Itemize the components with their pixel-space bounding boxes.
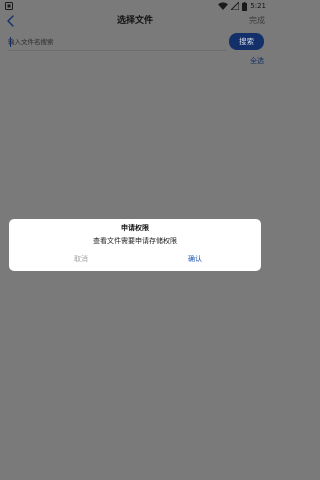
signal-icon	[231, 2, 240, 10]
search-underline	[8, 50, 226, 51]
text-cursor	[10, 37, 11, 47]
dialog-message: 查看文件需要申请存储权限	[93, 237, 177, 245]
status-icons: 5:21	[218, 0, 266, 12]
battery-icon	[242, 1, 248, 11]
app-header: 选择文件 完成	[0, 12, 270, 32]
select-all-button[interactable]: 全选	[250, 56, 264, 66]
wifi-icon	[218, 2, 229, 10]
notification-square-icon	[5, 2, 13, 10]
status-time: 5:21	[250, 2, 266, 10]
permission-dialog: 申请权限 查看文件需要申请存储权限 取消 确认	[9, 219, 261, 271]
dialog-confirm-button[interactable]: 确认	[175, 254, 215, 264]
search-button[interactable]: 搜索	[229, 33, 264, 50]
dialog-title: 申请权限	[121, 224, 149, 232]
dialog-cancel-button[interactable]: 取消	[61, 254, 101, 264]
search-input[interactable]	[8, 35, 218, 49]
done-button[interactable]: 完成	[249, 16, 265, 26]
page-title: 选择文件	[116, 16, 153, 26]
status-bar: 5:21	[0, 0, 270, 12]
